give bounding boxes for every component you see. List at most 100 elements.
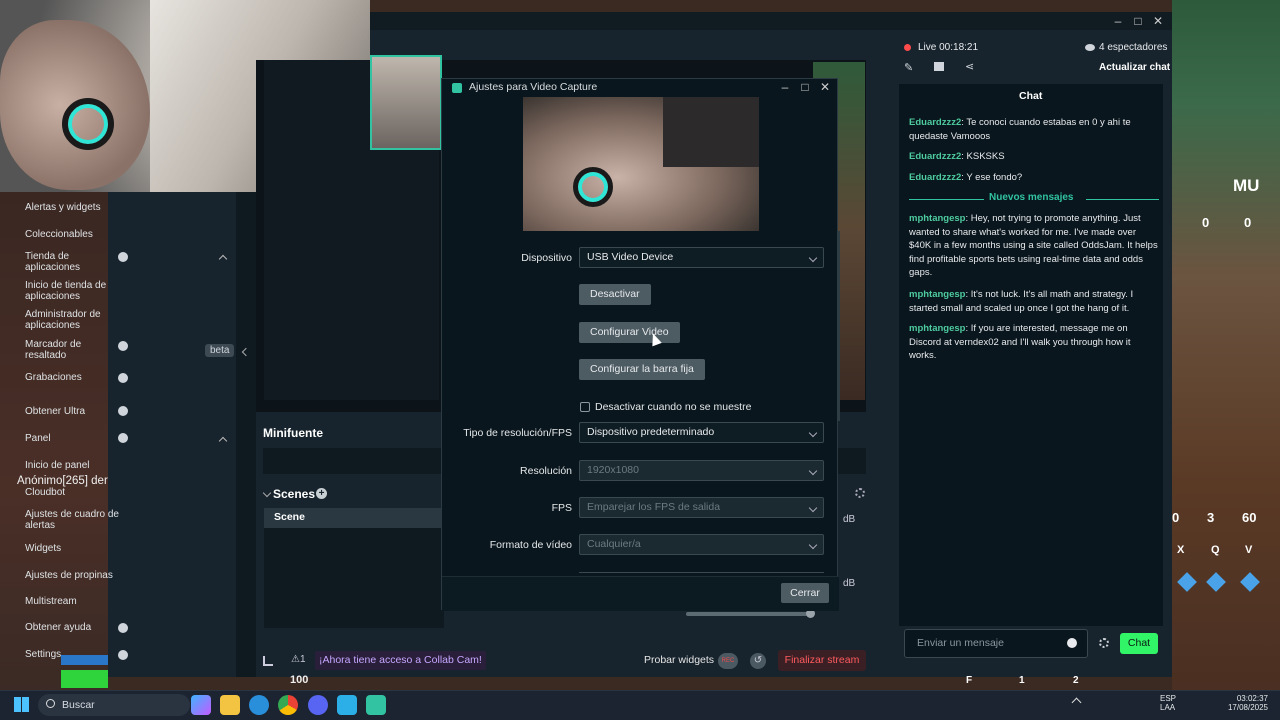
minimize-button[interactable]: – [1110,14,1126,28]
sidebar-item-administrador[interactable]: Administrador de aplicaciones [25,309,123,331]
configurar-video-button[interactable]: Configurar Video [579,322,680,343]
sidebar-item-ayuda[interactable]: Obtener ayuda [25,622,123,633]
sidebar-item-multistream[interactable]: Multistream [25,596,123,607]
chat-username[interactable]: Eduardzzz2 [909,117,961,128]
dialog-minimize-button[interactable]: – [777,80,793,94]
fps-select: Emparejar los FPS de salida [579,497,824,518]
language-indicator[interactable]: ESP LAA [1160,694,1176,712]
sidebar-item-cloudbot[interactable]: Cloudbot [25,487,123,498]
share-icon[interactable]: ⋖ [965,60,974,73]
overlay-bar-green [61,670,108,688]
headphone-led-icon [573,167,613,207]
stats-icon[interactable] [263,656,273,666]
res-type-select[interactable]: Dispositivo predeterminado [579,422,824,443]
game-ammo-2: 3 [1207,510,1215,525]
device-label: Dispositivo [521,252,572,264]
fortnite-icon[interactable] [337,695,357,715]
refresh-chat-button[interactable]: Actualizar chat [1099,62,1170,73]
video-preview [523,97,759,231]
dialog-footer [442,576,839,611]
next-field-cutoff [579,572,824,575]
sidebar-item-grabaciones[interactable]: Grabaciones [25,372,123,383]
device-select[interactable]: USB Video Device [579,247,824,268]
end-stream-button[interactable]: Finalizar stream [778,650,866,671]
dialog-maximize-button[interactable]: □ [797,80,813,94]
discord-icon[interactable] [308,695,328,715]
copilot-icon[interactable] [191,695,211,715]
sidebar-item-alertas[interactable]: Alertas y widgets [25,202,123,213]
divider-line [1086,199,1159,200]
sidebar-item-inicio-panel[interactable]: Inicio de panel [25,460,123,471]
chevron-down-icon [808,466,818,476]
keyboard-layout: LAA [1160,703,1176,712]
alert-icon[interactable]: ⚠1 [291,654,306,665]
sidebar-item-ultra[interactable]: Obtener Ultra [25,406,123,417]
chat-username[interactable]: Eduardzzz2 [909,172,961,183]
volume-slider[interactable] [686,612,811,616]
dialog-scrollbar[interactable] [837,231,840,421]
sidebar-item-tienda[interactable]: Tienda de aplicaciones [25,251,123,273]
live-dot-icon [904,44,911,51]
desactivar-checkbox[interactable] [580,402,590,412]
chat-settings-gear-icon[interactable] [1099,638,1109,648]
collab-notice[interactable]: ¡Ahora tiene acceso a Collab Cam! [315,651,486,670]
sidebar-item-widgets[interactable]: Widgets [25,543,123,554]
desactivar-button[interactable]: Desactivar [579,284,651,305]
game-slot-1: 1 [1019,675,1025,686]
mixer-gear-icon[interactable] [855,488,865,498]
cerrar-button[interactable]: Cerrar [781,583,829,603]
scenes-title: Scenes [273,487,316,501]
chat-message: Eduardzzz2: Y ese fondo? [909,171,1159,185]
streamlabs-icon[interactable] [366,695,386,715]
close-button[interactable]: ✕ [1150,14,1166,28]
overlay-bar-number: 100 [290,674,309,686]
chat-username[interactable]: mphtangesp [909,213,965,224]
send-chat-button[interactable]: Chat [1120,633,1158,654]
source-selection-box[interactable] [370,55,442,150]
overlay-bar-blue [61,655,108,665]
game-ammo-3: 60 [1242,510,1257,525]
game-key-q: Q [1211,544,1220,556]
taskbar-search[interactable]: Buscar [38,694,190,716]
sidebar-item-inicio-tienda[interactable]: Inicio de tienda de aplicaciones [25,280,123,302]
game-key-x: X [1177,544,1185,556]
file-explorer-icon[interactable] [220,695,240,715]
chevron-down-icon [808,540,818,550]
clock-time: 03:02:37 [1236,694,1268,703]
chat-username[interactable]: Eduardzzz2 [909,151,961,162]
chat-message-input[interactable]: Enviar un mensaje [904,629,1088,658]
configurar-barra-button[interactable]: Configurar la barra fija [579,359,705,380]
game-count-1: 0 [1202,215,1210,230]
dialog-close-button[interactable]: ✕ [817,80,833,94]
chat-username[interactable]: mphtangesp [909,323,965,334]
desactivar-checkbox-label: Desactivar cuando no se muestre [595,401,752,413]
background-shadow [663,97,759,167]
maximize-button[interactable]: □ [1130,14,1146,28]
sidebar-item-coleccionables[interactable]: Coleccionables [25,229,123,240]
game-key-v: V [1245,544,1253,556]
dock-icon[interactable] [934,62,944,71]
edit-icon[interactable]: ✎ [904,61,913,74]
sidebar-item-panel[interactable]: Panel [25,433,123,444]
fps-select-value: Emparejar los FPS de salida [587,501,721,513]
video-capture-settings-dialog: Ajustes para Video Capture – □ ✕ Disposi… [441,78,840,611]
emoji-icon[interactable] [1067,638,1077,648]
windows-start-icon[interactable] [14,697,29,712]
probar-widgets-button[interactable]: Probar widgets [644,654,714,666]
edge-icon[interactable] [249,695,269,715]
sidebar-item-ajustes-alertas[interactable]: Ajustes de cuadro de alertas [25,509,123,531]
viewer-count: 4 espectadores [1099,42,1168,53]
replay-buffer-icon[interactable]: ↺ [750,653,766,669]
res-type-select-value: Dispositivo predeterminado [587,426,715,438]
sidebar-item-propinas[interactable]: Ajustes de propinas [25,570,123,581]
format-label: Formato de vídeo [489,539,572,551]
chat-message: Eduardzzz2: KSKSKS [909,150,1159,164]
add-scene-icon[interactable]: + [316,488,327,499]
sidebar-item-marcador[interactable]: Marcador de resaltado [25,339,123,361]
chat-username[interactable]: mphtangesp [909,289,965,300]
chevron-down-icon [808,253,818,263]
clock[interactable]: 03:02:37 17/08/2025 [1224,694,1268,712]
record-button[interactable]: REC [718,653,738,669]
chrome-icon[interactable] [278,695,298,715]
db-label-1: dB [843,514,856,525]
